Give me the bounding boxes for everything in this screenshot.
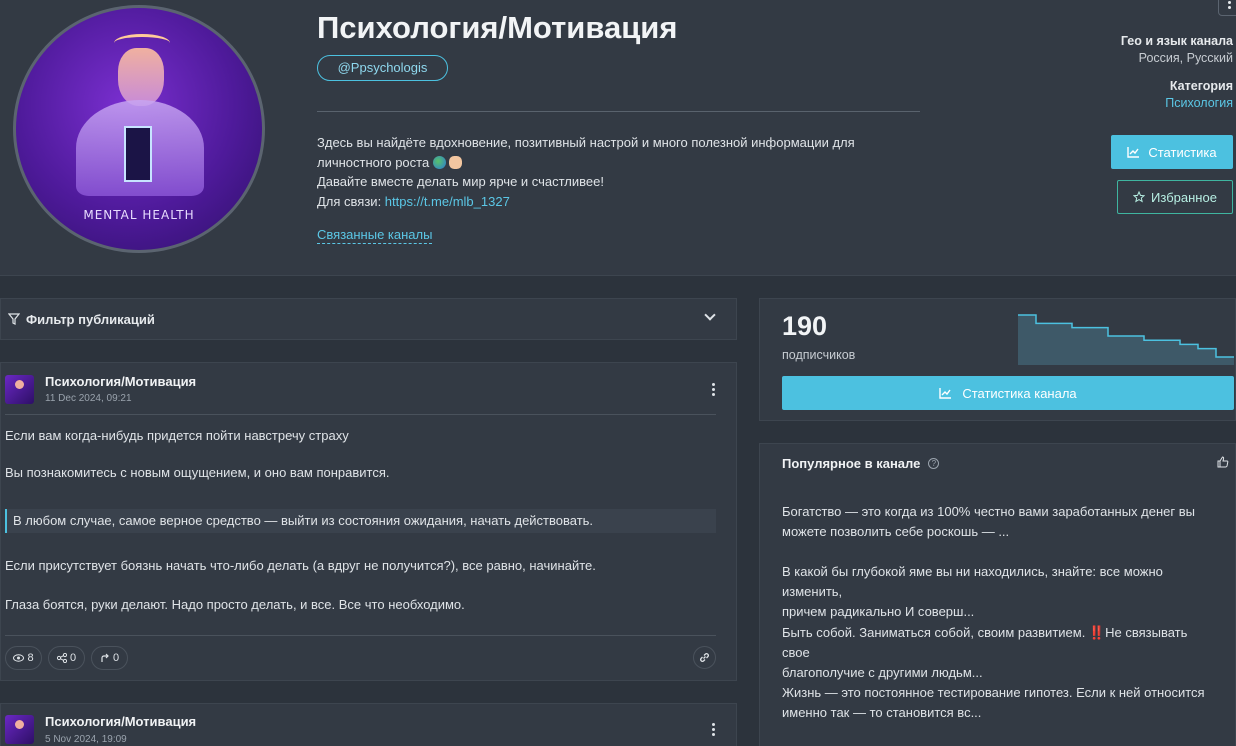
- chevron-down-icon[interactable]: [704, 309, 716, 321]
- star-icon: [1133, 191, 1146, 203]
- copy-link-button[interactable]: [693, 646, 716, 669]
- filter-icon: [8, 313, 20, 325]
- shares-count: 0: [69, 652, 77, 664]
- popular-item-line: благополучие с другими людьм...: [782, 665, 983, 680]
- views-count: 8: [27, 652, 34, 664]
- channel-handle-button[interactable]: @Ppsychologis: [317, 55, 448, 81]
- flexed-arm-emoji-icon: [449, 155, 463, 169]
- statistics-button-label: Статистика: [1148, 144, 1217, 160]
- channel-title: Психология/Мотивация: [317, 10, 678, 45]
- statistics-button[interactable]: Статистика: [1111, 135, 1233, 169]
- eye-icon: [13, 654, 25, 662]
- popular-item-line: Жизнь — это постоянное тестирование гипо…: [782, 685, 1205, 700]
- avatar-caption: MENTAL HEALTH: [83, 208, 195, 222]
- header-menu-icon[interactable]: [1218, 0, 1236, 16]
- chart-icon: [939, 387, 952, 399]
- post-paragraph: Если присутствует боязнь начать что-либо…: [5, 558, 596, 573]
- post-author-avatar[interactable]: [5, 715, 34, 744]
- popular-title: Популярное в канале: [782, 456, 921, 471]
- post-divider: [5, 414, 716, 415]
- related-channels-link[interactable]: Связанные каналы: [317, 227, 433, 244]
- description-line-2-text: личностного роста: [317, 154, 430, 170]
- category-label: Категория: [1169, 79, 1233, 93]
- description-line-1: Здесь вы найдёте вдохновение, позитивный…: [317, 135, 855, 150]
- description-contact: Для связи: https://t.me/mlb_1327: [317, 192, 917, 212]
- post-menu-icon[interactable]: [712, 383, 715, 386]
- post-card: Психология/Мотивация 11 Dec 2024, 09:21 …: [0, 362, 737, 681]
- forwards-count: 0: [112, 652, 120, 664]
- chart-icon: [1127, 146, 1140, 158]
- post-paragraph: Глаза боятся, руки делают. Надо просто д…: [5, 597, 465, 612]
- popular-item-line: можете позволить себе роскошь — ...: [782, 524, 1010, 539]
- contact-label: Для связи:: [317, 193, 385, 209]
- post-author-name[interactable]: Психология/Мотивация: [45, 374, 196, 389]
- globe-emoji-icon: [432, 155, 446, 169]
- channel-avatar: MENTAL HEALTH: [13, 5, 265, 253]
- popular-item-line: именно так — то становится вс...: [782, 705, 982, 720]
- category-value[interactable]: Психология: [1121, 95, 1233, 112]
- publication-filter[interactable]: Фильтр публикаций: [0, 298, 737, 340]
- popular-item[interactable]: Жизнь — это постоянное тестирование гипо…: [782, 683, 1212, 723]
- popular-item-line: Богатство — это когда из 100% честно вам…: [782, 504, 1195, 519]
- post-author-name[interactable]: Психология/Мотивация: [45, 714, 196, 729]
- post-footer-divider: [5, 635, 716, 636]
- favorite-button[interactable]: Избранное: [1117, 180, 1233, 214]
- post-paragraph: Если вам когда-нибудь придется пойти нав…: [5, 428, 349, 443]
- post-author-avatar[interactable]: [5, 375, 34, 404]
- favorite-button-label: Избранное: [1151, 189, 1217, 205]
- post-date: 11 Dec 2024, 09:21: [45, 393, 132, 404]
- popular-item[interactable]: В какой бы глубокой яме вы ни находились…: [782, 562, 1212, 622]
- contact-link[interactable]: https://t.me/mlb_1327: [385, 194, 510, 209]
- popular-item-line: Быть собой. Заниматься собой, своим разв…: [782, 625, 1188, 660]
- channel-header: MENTAL HEALTH Психология/Мотивация @Ppsy…: [0, 0, 1236, 276]
- post-paragraph: Вы познакомитесь с новым ощущением, и он…: [5, 465, 390, 480]
- popular-card: Популярное в канале ? Богатство — это ко…: [759, 443, 1236, 746]
- shares-counter[interactable]: 0: [48, 646, 85, 670]
- geo-label: Гео и язык канала: [1120, 34, 1233, 48]
- subscribers-card: 190 подписчиков Статистика канала: [759, 298, 1236, 421]
- filter-label: Фильтр публикаций: [26, 311, 155, 327]
- channel-statistics-button-label: Статистика канала: [962, 385, 1077, 401]
- post-date: 5 Nov 2024, 19:09: [45, 734, 127, 745]
- subscribers-label: подписчиков: [782, 348, 856, 362]
- subscribers-sparkline: [1018, 314, 1234, 365]
- popular-item-line: причем радикально И соверш...: [782, 604, 975, 619]
- popular-item[interactable]: Быть собой. Заниматься собой, своим разв…: [782, 623, 1212, 683]
- thumbs-up-icon[interactable]: [1217, 456, 1229, 468]
- divider: [317, 111, 920, 112]
- share-icon: [56, 653, 67, 663]
- forwards-counter[interactable]: 0: [91, 646, 128, 670]
- geo-value: Россия, Русский: [1138, 51, 1233, 65]
- info-icon[interactable]: ?: [928, 458, 940, 469]
- channel-description: Здесь вы найдёте вдохновение, позитивный…: [317, 133, 917, 211]
- post-menu-icon[interactable]: [712, 723, 715, 726]
- popular-item-line: В какой бы глубокой яме вы ни находились…: [782, 564, 1163, 599]
- channel-statistics-button[interactable]: Статистика канала: [782, 376, 1234, 410]
- avatar-door-graphic: [124, 126, 152, 182]
- description-line-3: Давайте вместе делать мир ярче и счастли…: [317, 174, 604, 189]
- sparkline-area: [1018, 315, 1234, 365]
- views-counter[interactable]: 8: [5, 646, 42, 670]
- subscribers-count: 190: [782, 311, 828, 341]
- avatar-head-graphic: [118, 48, 164, 106]
- post-quote: В любом случае, самое верное средство — …: [5, 509, 716, 533]
- popular-title-row: Популярное в канале ?: [782, 456, 940, 471]
- link-icon: [700, 653, 709, 662]
- channel-meta: Гео и язык канала Россия, Русский Катего…: [1121, 33, 1233, 112]
- description-line-2: личностного роста: [317, 153, 917, 173]
- forward-icon: [101, 653, 109, 662]
- post-card: Психология/Мотивация 5 Nov 2024, 19:09: [0, 703, 737, 746]
- popular-item[interactable]: Богатство — это когда из 100% честно вам…: [782, 502, 1212, 542]
